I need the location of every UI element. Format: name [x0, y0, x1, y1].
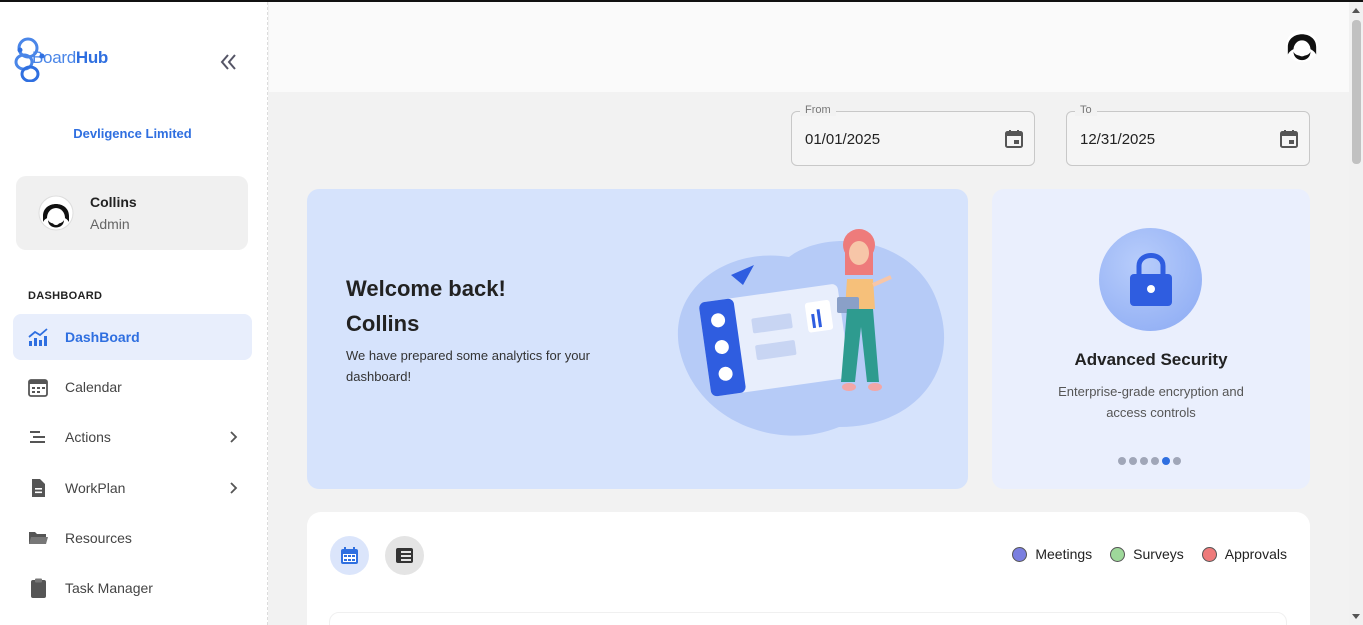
carousel-dots: [1118, 457, 1181, 465]
boardhub-logo-icon: [14, 37, 45, 82]
from-date-input[interactable]: [805, 131, 985, 148]
sidebar-item-calendar[interactable]: Calendar: [13, 364, 252, 410]
scroll-down-arrow-icon[interactable]: [1352, 614, 1360, 619]
organization-name: Devligence Limited: [73, 126, 192, 141]
carousel-dot[interactable]: [1129, 457, 1137, 465]
legend-item-surveys: Surveys: [1110, 546, 1184, 562]
welcome-greeting: Welcome back!: [346, 276, 506, 301]
top-bar: [269, 2, 1349, 92]
avatar: [38, 195, 74, 231]
user-name: Collins: [90, 194, 137, 210]
carousel-dot[interactable]: [1151, 457, 1159, 465]
list-icon: [396, 548, 413, 563]
scroll-thumb[interactable]: [1352, 20, 1361, 164]
legend-item-approvals: Approvals: [1201, 546, 1287, 562]
list-view-button[interactable]: [385, 536, 424, 575]
sidebar: BoardHub Devligence Limited Collins Admi…: [0, 2, 268, 625]
welcome-user-name: Collins: [346, 311, 420, 336]
legend-item-meetings: Meetings: [1012, 546, 1092, 562]
sidebar-item-actions[interactable]: Actions: [13, 414, 252, 460]
welcome-subtitle: We have prepared some analytics for your…: [346, 348, 590, 384]
from-date-label: From: [800, 104, 836, 116]
sidebar-item-label: Resources: [65, 530, 132, 546]
to-date-field[interactable]: To: [1066, 104, 1310, 166]
clipboard-icon: [31, 578, 46, 598]
section-label-dashboard: DASHBOARD: [28, 290, 103, 302]
calendar-container: [329, 612, 1287, 625]
sidebar-item-label: Actions: [65, 429, 111, 445]
legend-label: Approvals: [1224, 546, 1287, 562]
lock-badge: [1099, 228, 1202, 331]
user-role: Admin: [90, 216, 130, 232]
legend-swatch: [1012, 546, 1028, 562]
chevron-right-icon: [230, 431, 238, 443]
event-legend: Meetings Surveys Approvals: [1012, 546, 1287, 562]
calendar-icon: [341, 547, 358, 564]
analytics-illustration: [677, 229, 945, 436]
avatar[interactable]: [1285, 28, 1319, 64]
sidebar-item-task-manager[interactable]: Task Manager: [13, 565, 252, 611]
legend-label: Surveys: [1133, 546, 1184, 562]
calendar-icon[interactable]: [1004, 129, 1024, 149]
feature-carousel-card: Advanced Security Enterprise-grade encry…: [992, 189, 1310, 489]
brand-logo[interactable]: BoardHub: [14, 34, 108, 82]
welcome-title: Welcome back! Collins: [346, 271, 506, 341]
calendar-icon[interactable]: [1279, 129, 1299, 149]
calendar-view-button[interactable]: [330, 536, 369, 575]
sidebar-item-label: Task Manager: [65, 580, 153, 596]
actions-icon: [30, 431, 45, 443]
double-chevron-left-icon[interactable]: [216, 50, 240, 74]
folder-icon: [29, 532, 48, 544]
sidebar-item-workplan[interactable]: WorkPlan: [13, 465, 252, 511]
feature-title: Advanced Security: [1074, 350, 1228, 369]
sidebar-item-label: WorkPlan: [65, 480, 126, 496]
carousel-dot[interactable]: [1118, 457, 1126, 465]
welcome-card: Welcome back! Collins We have prepared s…: [307, 189, 968, 489]
sidebar-item-dashboard[interactable]: DashBoard: [13, 314, 252, 360]
carousel-dot[interactable]: [1173, 457, 1181, 465]
sidebar-item-resources[interactable]: Resources: [13, 515, 252, 561]
legend-swatch: [1110, 546, 1126, 562]
to-date-input[interactable]: [1080, 131, 1260, 148]
document-icon: [32, 479, 45, 497]
sidebar-item-label: Calendar: [65, 379, 122, 395]
scroll-up-arrow-icon[interactable]: [1352, 8, 1360, 13]
page-scrollbar[interactable]: [1349, 2, 1363, 625]
to-date-label: To: [1075, 104, 1097, 116]
feature-description: Enterprise-grade encryption and access c…: [1058, 384, 1244, 420]
from-date-field[interactable]: From: [791, 104, 1035, 166]
chart-icon: [28, 328, 48, 346]
sidebar-item-label: DashBoard: [65, 329, 140, 345]
carousel-dot-active[interactable]: [1162, 457, 1170, 465]
legend-swatch: [1201, 546, 1217, 562]
chevron-right-icon: [230, 482, 238, 494]
user-profile-card[interactable]: Collins Admin: [16, 176, 248, 250]
legend-label: Meetings: [1035, 546, 1093, 562]
lock-icon: [1130, 253, 1172, 306]
calendar-panel: Meetings Surveys Approvals: [307, 512, 1310, 625]
carousel-dot[interactable]: [1140, 457, 1148, 465]
calendar-icon: [28, 379, 48, 397]
